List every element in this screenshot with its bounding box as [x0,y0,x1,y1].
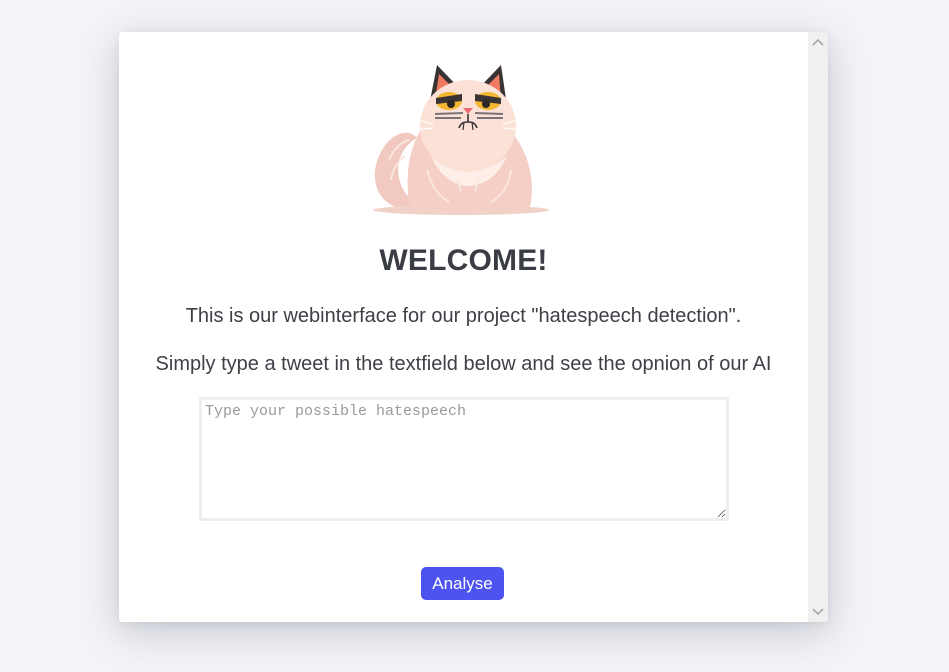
instruction-text: Simply type a tweet in the textfield bel… [155,353,772,375]
grumpy-cat-icon [373,65,549,215]
card-content: WELCOME! This is our webinterface for ou… [119,32,808,622]
intro-text: This is our webinterface for our project… [185,305,742,327]
page-title: WELCOME! [379,244,548,277]
scrollbar[interactable] [808,32,828,622]
tweet-input[interactable] [199,397,729,521]
analyse-button[interactable]: Analyse [421,567,504,600]
scroll-up-arrow-icon[interactable] [808,32,828,52]
welcome-card: WELCOME! This is our webinterface for ou… [119,32,828,622]
scroll-down-arrow-icon[interactable] [808,602,828,622]
